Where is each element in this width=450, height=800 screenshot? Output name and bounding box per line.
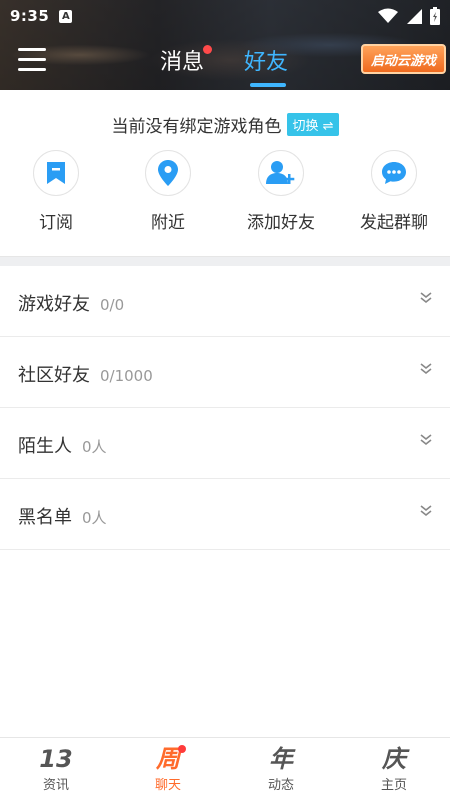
notification-a-icon: A <box>59 9 73 23</box>
chat-unread-dot <box>178 745 186 753</box>
tab-news[interactable]: 13 资讯 <box>0 738 112 800</box>
group-count: 0人 <box>82 438 107 456</box>
news-tab-icon: 13 <box>39 745 73 773</box>
friend-group-list: 游戏好友 0/0 社区好友 0/1000 陌生人 0人 黑名单 0人 <box>0 266 450 550</box>
double-chevron-down-icon <box>420 434 432 446</box>
feed-tab-icon: 年 <box>269 745 293 773</box>
status-time: 9:35 <box>10 7 50 25</box>
bottom-tab-bar: 13 资讯 周 聊天 年 动态 庆 主页 <box>0 737 450 800</box>
wifi-icon <box>378 8 398 23</box>
status-bar: 9:35 A <box>0 0 450 32</box>
role-notice-text: 当前没有绑定游戏角色 <box>111 116 282 137</box>
switch-role-button[interactable]: 切换 ⇌ <box>287 112 339 136</box>
friend-group-row[interactable]: 陌生人 0人 <box>0 408 450 479</box>
news-tab-label: 资讯 <box>42 778 69 793</box>
tab-friends[interactable]: 好友 <box>244 44 288 76</box>
feed-tab-label: 动态 <box>267 778 294 793</box>
friend-group-row[interactable]: 游戏好友 0/0 <box>0 266 450 337</box>
home-tab-icon: 庆 <box>382 745 406 773</box>
group-name: 游戏好友 <box>18 294 90 315</box>
nearby-label: 附近 <box>151 213 185 233</box>
chat-tab-icon: 周 <box>156 745 180 773</box>
subscribe-label: 订阅 <box>39 213 73 233</box>
game-role-notice: 当前没有绑定游戏角色 切换 ⇌ <box>0 110 450 138</box>
battery-icon <box>430 7 440 25</box>
chat-bubble-icon <box>382 162 406 184</box>
group-name: 社区好友 <box>18 365 90 386</box>
quick-actions: 订阅 附近 添加好友 发起群聊 <box>0 150 450 240</box>
tab-chat[interactable]: 周 聊天 <box>112 738 224 800</box>
home-tab-label: 主页 <box>380 778 407 793</box>
section-divider <box>0 256 450 266</box>
add-friend-label: 添加好友 <box>247 213 315 233</box>
tab-messages[interactable]: 消息 <box>160 44 204 76</box>
launch-cloud-game-button[interactable]: 启动云游戏 <box>360 44 446 74</box>
chat-tab-label: 聊天 <box>154 778 181 793</box>
location-pin-icon <box>158 160 178 186</box>
friend-group-row[interactable]: 社区好友 0/1000 <box>0 337 450 408</box>
top-nav: 消息 好友 启动云游戏 <box>0 32 450 90</box>
messages-unread-dot <box>203 45 212 54</box>
group-name: 陌生人 <box>18 436 72 457</box>
cell-signal-icon <box>407 9 422 24</box>
group-count: 0/0 <box>100 296 125 314</box>
group-name: 黑名单 <box>18 507 72 528</box>
menu-icon[interactable] <box>18 48 46 72</box>
double-chevron-down-icon <box>420 363 432 375</box>
add-user-icon <box>266 161 295 184</box>
nearby-button[interactable]: 附近 <box>113 150 223 233</box>
group-count: 0人 <box>82 509 107 527</box>
friend-group-row[interactable]: 黑名单 0人 <box>0 479 450 550</box>
start-group-chat-button[interactable]: 发起群聊 <box>339 150 449 233</box>
double-chevron-down-icon <box>420 292 432 304</box>
tab-feed[interactable]: 年 动态 <box>225 738 337 800</box>
subscribe-button[interactable]: 订阅 <box>1 150 111 233</box>
group-count: 0/1000 <box>100 367 153 385</box>
double-chevron-down-icon <box>420 505 432 517</box>
tab-home[interactable]: 庆 主页 <box>338 738 450 800</box>
add-friend-button[interactable]: 添加好友 <box>226 150 336 233</box>
bookmark-icon <box>47 162 65 184</box>
start-group-chat-label: 发起群聊 <box>360 213 428 233</box>
active-tab-indicator <box>250 83 286 87</box>
